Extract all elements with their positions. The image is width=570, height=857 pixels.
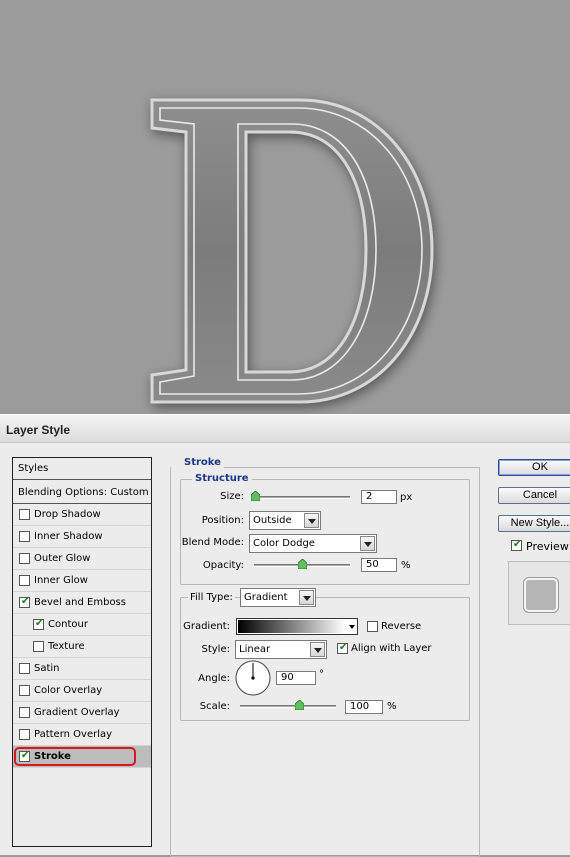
angle-input[interactable]: 90 xyxy=(276,671,316,685)
contour-label: Contour xyxy=(48,619,88,630)
opacity-slider[interactable] xyxy=(254,559,350,569)
bevel-emboss-checkbox[interactable] xyxy=(19,596,30,608)
align-with-layer-checkbox[interactable] xyxy=(337,642,348,654)
bevel-emboss-label: Bevel and Emboss xyxy=(34,597,126,608)
style-item-pattern-overlay[interactable]: Pattern Overlay xyxy=(13,724,151,746)
scale-unit: % xyxy=(387,701,397,712)
style-select[interactable]: Linear xyxy=(235,640,327,659)
gradient-overlay-label: Gradient Overlay xyxy=(34,707,120,718)
opacity-input[interactable]: 50 xyxy=(361,558,397,572)
style-item-bevel-emboss[interactable]: Bevel and Emboss xyxy=(13,592,151,614)
drop-shadow-checkbox[interactable] xyxy=(19,509,30,520)
texture-checkbox[interactable] xyxy=(33,641,44,652)
style-label: Style: xyxy=(201,644,231,655)
preview-label: Preview xyxy=(526,540,569,553)
style-item-satin[interactable]: Satin xyxy=(13,658,151,680)
blending-options-item[interactable]: Blending Options: Custom xyxy=(13,482,151,504)
pattern-overlay-label: Pattern Overlay xyxy=(34,729,113,740)
align-with-layer-label: Align with Layer xyxy=(351,643,432,654)
blend-mode-select[interactable]: Color Dodge xyxy=(249,534,377,553)
style-item-stroke[interactable]: Stroke xyxy=(13,746,151,768)
structure-title: Structure xyxy=(192,473,252,484)
contour-checkbox[interactable] xyxy=(33,618,44,630)
gradient-picker[interactable] xyxy=(236,618,358,635)
style-item-color-overlay[interactable]: Color Overlay xyxy=(13,680,151,702)
inner-glow-checkbox[interactable] xyxy=(19,575,30,586)
inner-glow-label: Inner Glow xyxy=(34,575,88,586)
styles-header-label: Styles xyxy=(18,463,49,474)
blend-mode-label: Blend Mode: xyxy=(181,537,244,548)
chevron-down-icon[interactable] xyxy=(310,642,325,657)
size-slider-thumb[interactable] xyxy=(251,491,260,501)
size-unit: px xyxy=(400,492,413,503)
style-item-outer-glow[interactable]: Outer Glow xyxy=(13,548,151,570)
satin-checkbox[interactable] xyxy=(19,663,30,674)
style-value: Linear xyxy=(239,644,271,655)
style-item-inner-shadow[interactable]: Inner Shadow xyxy=(13,526,151,548)
position-select[interactable]: Outside xyxy=(249,511,321,530)
blending-options-label: Blending Options: Custom xyxy=(18,487,149,498)
document-canvas xyxy=(0,0,570,414)
inner-shadow-label: Inner Shadow xyxy=(34,531,103,542)
drop-shadow-label: Drop Shadow xyxy=(34,509,101,520)
style-item-texture[interactable]: Texture xyxy=(13,636,151,658)
inner-shadow-checkbox[interactable] xyxy=(19,531,30,542)
reverse-label: Reverse xyxy=(381,621,422,632)
style-item-contour[interactable]: Contour xyxy=(13,614,151,636)
chevron-down-icon[interactable] xyxy=(304,513,319,528)
glass-letter-artwork xyxy=(150,98,434,404)
color-overlay-label: Color Overlay xyxy=(34,685,103,696)
chevron-down-icon[interactable] xyxy=(360,536,375,551)
style-item-inner-glow[interactable]: Inner Glow xyxy=(13,570,151,592)
size-slider[interactable] xyxy=(251,491,350,501)
styles-list-panel: Styles Blending Options: Custom Drop Sha… xyxy=(12,457,152,847)
ok-button[interactable]: OK xyxy=(498,459,570,476)
opacity-slider-thumb[interactable] xyxy=(298,559,307,569)
dialog-titlebar[interactable]: Layer Style xyxy=(0,415,570,443)
satin-label: Satin xyxy=(34,663,60,674)
color-overlay-checkbox[interactable] xyxy=(19,685,30,696)
style-preview-box xyxy=(508,561,570,625)
angle-dial[interactable] xyxy=(234,659,272,697)
scale-slider-thumb[interactable] xyxy=(295,700,304,710)
size-label: Size: xyxy=(220,491,244,502)
fill-type-value: Gradient xyxy=(244,592,288,603)
chevron-down-icon[interactable] xyxy=(349,625,355,629)
position-label: Position: xyxy=(201,515,244,526)
fill-type-select[interactable]: Gradient xyxy=(240,588,316,607)
gradient-label: Gradient: xyxy=(183,621,230,632)
scale-input[interactable]: 100 xyxy=(345,700,383,714)
position-value: Outside xyxy=(253,515,292,526)
opacity-unit: % xyxy=(401,560,411,571)
fill-type-label: Fill Type: xyxy=(188,592,235,603)
layer-style-dialog: Layer Style Styles Blending Options: Cus… xyxy=(0,414,570,857)
blend-mode-value: Color Dodge xyxy=(253,538,315,549)
style-item-gradient-overlay[interactable]: Gradient Overlay xyxy=(13,702,151,724)
chevron-down-icon[interactable] xyxy=(299,590,314,605)
style-item-drop-shadow[interactable]: Drop Shadow xyxy=(13,504,151,526)
opacity-label: Opacity: xyxy=(202,560,244,571)
stroke-highlight-ring xyxy=(14,747,136,766)
scale-label: Scale: xyxy=(199,701,230,712)
preview-checkbox[interactable] xyxy=(511,539,522,551)
cancel-button[interactable]: Cancel xyxy=(498,487,570,504)
gradient-preview xyxy=(238,620,345,633)
outer-glow-label: Outer Glow xyxy=(34,553,91,564)
angle-label: Angle: xyxy=(198,673,230,684)
styles-header[interactable]: Styles xyxy=(13,458,151,480)
texture-label: Texture xyxy=(48,641,85,652)
gradient-overlay-checkbox[interactable] xyxy=(19,707,30,718)
outer-glow-checkbox[interactable] xyxy=(19,553,30,564)
new-style-button[interactable]: New Style... xyxy=(498,515,570,532)
angle-unit: ° xyxy=(319,669,324,680)
size-input[interactable]: 2 xyxy=(361,490,397,504)
scale-slider[interactable] xyxy=(240,700,336,710)
dialog-title: Layer Style xyxy=(6,423,71,437)
pattern-overlay-checkbox[interactable] xyxy=(19,729,30,740)
reverse-checkbox[interactable] xyxy=(367,621,378,632)
style-preview-swatch xyxy=(524,578,558,612)
